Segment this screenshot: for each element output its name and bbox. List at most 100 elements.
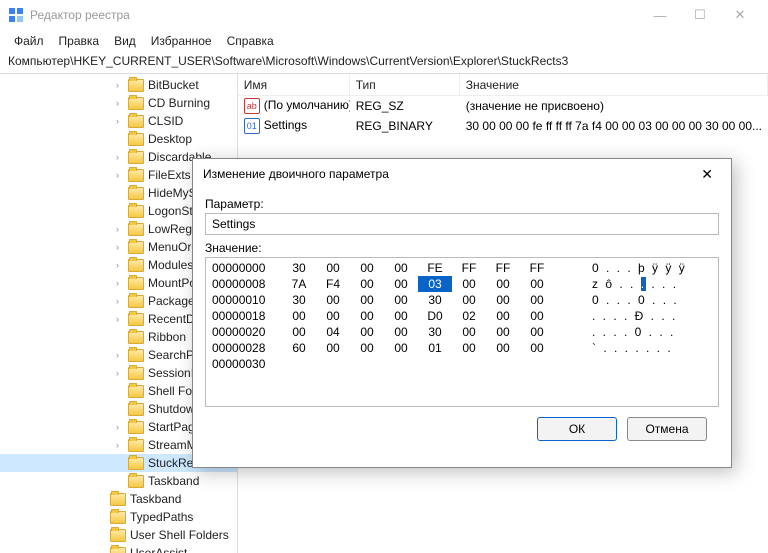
hex-byte[interactable]: 30	[282, 292, 316, 308]
list-row[interactable]: ab(По умолчанию)REG_SZ(значение не присв…	[238, 96, 768, 116]
menu-help[interactable]: Справка	[221, 32, 280, 50]
hex-byte[interactable]: 00	[520, 324, 554, 340]
hex-byte[interactable]: 00	[384, 260, 418, 276]
hex-byte[interactable]: 00	[384, 292, 418, 308]
hex-byte[interactable]: 00	[316, 292, 350, 308]
hex-byte[interactable]: 03	[418, 276, 452, 292]
hex-byte[interactable]: FF	[452, 260, 486, 276]
hex-byte[interactable]: 00	[384, 308, 418, 324]
chevron-icon[interactable]: ›	[116, 440, 126, 450]
hex-byte[interactable]: 60	[282, 340, 316, 356]
hex-byte[interactable]: 00	[350, 276, 384, 292]
hex-byte[interactable]: 00	[520, 276, 554, 292]
hex-byte[interactable]: 00	[350, 308, 384, 324]
close-button[interactable]: ✕	[720, 7, 760, 23]
hex-byte[interactable]: 30	[418, 292, 452, 308]
hex-byte[interactable]: 01	[418, 340, 452, 356]
cancel-button[interactable]: Отмена	[627, 417, 707, 441]
hex-byte[interactable]: 00	[350, 324, 384, 340]
hex-byte[interactable]: FF	[486, 260, 520, 276]
hex-byte[interactable]: FF	[520, 260, 554, 276]
chevron-icon[interactable]: ›	[116, 170, 126, 180]
hex-byte[interactable]: 00	[384, 340, 418, 356]
hex-byte[interactable]: F4	[316, 276, 350, 292]
chevron-icon[interactable]: ›	[116, 242, 126, 252]
menu-view[interactable]: Вид	[108, 32, 142, 50]
col-name[interactable]: Имя	[238, 74, 350, 95]
dialog-close-icon[interactable]: ✕	[693, 166, 721, 183]
hex-offset: 00000018	[212, 308, 282, 324]
hex-byte[interactable]: 00	[350, 340, 384, 356]
hex-byte[interactable]	[282, 356, 316, 372]
tree-item[interactable]: ›UserAssist	[0, 544, 237, 553]
hex-byte[interactable]	[384, 356, 418, 372]
hex-byte[interactable]: 00	[384, 324, 418, 340]
address-bar[interactable]: Компьютер\HKEY_CURRENT_USER\Software\Mic…	[0, 52, 768, 74]
hex-byte[interactable]: 00	[486, 340, 520, 356]
chevron-icon[interactable]: ›	[116, 350, 126, 360]
hex-byte[interactable]: 00	[486, 292, 520, 308]
hex-byte[interactable]: 00	[282, 308, 316, 324]
hex-byte[interactable]: 00	[452, 324, 486, 340]
hex-byte[interactable]	[350, 356, 384, 372]
chevron-icon[interactable]: ›	[116, 260, 126, 270]
hex-byte[interactable]: 00	[486, 324, 520, 340]
hex-byte[interactable]: 04	[316, 324, 350, 340]
chevron-icon[interactable]: ›	[116, 152, 126, 162]
chevron-icon[interactable]: ›	[116, 368, 126, 378]
tree-item[interactable]: ›CD Burning	[0, 94, 237, 112]
hex-byte[interactable]	[452, 356, 486, 372]
minimize-button[interactable]: —	[640, 8, 680, 23]
menu-fav[interactable]: Избранное	[145, 32, 218, 50]
hex-byte[interactable]: 00	[384, 276, 418, 292]
hex-byte[interactable]: D0	[418, 308, 452, 324]
chevron-icon[interactable]: ›	[116, 80, 126, 90]
col-value[interactable]: Значение	[460, 74, 768, 95]
hex-editor[interactable]: 0000000030000000FEFFFFFF0 . . . þ ÿ ÿ ÿ0…	[205, 257, 719, 407]
chevron-icon[interactable]: ›	[116, 116, 126, 126]
hex-byte[interactable]: 00	[452, 276, 486, 292]
hex-byte[interactable]: 00	[282, 324, 316, 340]
tree-item[interactable]: Taskband	[0, 472, 237, 490]
hex-byte[interactable]	[520, 356, 554, 372]
tree-item[interactable]: ›BitBucket	[0, 76, 237, 94]
hex-byte[interactable]: 00	[316, 340, 350, 356]
tree-item[interactable]: TypedPaths	[0, 508, 237, 526]
hex-byte[interactable]: 00	[452, 292, 486, 308]
hex-byte[interactable]: 00	[486, 308, 520, 324]
maximize-button[interactable]: ☐	[680, 7, 720, 23]
chevron-icon[interactable]: ›	[116, 422, 126, 432]
hex-byte[interactable]: 30	[282, 260, 316, 276]
hex-byte[interactable]: 00	[452, 340, 486, 356]
hex-byte[interactable]: 7A	[282, 276, 316, 292]
hex-byte[interactable]: FE	[418, 260, 452, 276]
chevron-icon[interactable]: ›	[116, 98, 126, 108]
hex-byte[interactable]: 30	[418, 324, 452, 340]
ok-button[interactable]: ОК	[537, 417, 617, 441]
hex-byte[interactable]: 00	[486, 276, 520, 292]
col-type[interactable]: Тип	[350, 74, 460, 95]
list-row[interactable]: 01SettingsREG_BINARY30 00 00 00 fe ff ff…	[238, 116, 768, 136]
hex-byte[interactable]: 00	[520, 308, 554, 324]
chevron-icon[interactable]: ›	[116, 278, 126, 288]
tree-item[interactable]: Desktop	[0, 130, 237, 148]
tree-item[interactable]: User Shell Folders	[0, 526, 237, 544]
menu-edit[interactable]: Правка	[53, 32, 106, 50]
hex-byte[interactable]: 00	[316, 308, 350, 324]
hex-byte[interactable]	[316, 356, 350, 372]
hex-byte[interactable]	[486, 356, 520, 372]
hex-byte[interactable]: 02	[452, 308, 486, 324]
menu-file[interactable]: Файл	[8, 32, 50, 50]
hex-byte[interactable]: 00	[316, 260, 350, 276]
tree-item[interactable]: ›CLSID	[0, 112, 237, 130]
chevron-icon[interactable]: ›	[116, 314, 126, 324]
param-field[interactable]	[205, 213, 719, 235]
chevron-icon[interactable]: ›	[116, 296, 126, 306]
chevron-icon[interactable]: ›	[116, 224, 126, 234]
hex-byte[interactable]	[418, 356, 452, 372]
hex-byte[interactable]: 00	[350, 292, 384, 308]
hex-byte[interactable]: 00	[520, 292, 554, 308]
tree-item[interactable]: Taskband	[0, 490, 237, 508]
hex-byte[interactable]: 00	[520, 340, 554, 356]
hex-byte[interactable]: 00	[350, 260, 384, 276]
